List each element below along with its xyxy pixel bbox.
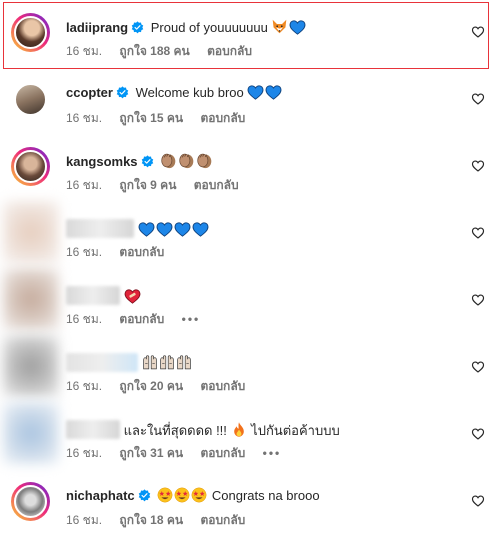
comment-item: ccopter Welcome kub broo 16 ชม. ถูกใจ 15… [0, 67, 494, 134]
comment-likes[interactable]: ถูกใจ 9 คน [119, 178, 176, 192]
verified-badge-icon [141, 155, 154, 168]
blue-heart-emoji-icon [289, 20, 306, 35]
comment-item: nichaphatc Congrats na brooo 16 ชม. ถูกใ… [0, 469, 494, 536]
comment-text: Proud of youuuuuuu [150, 20, 268, 35]
avatar[interactable] [14, 485, 47, 518]
reply-button[interactable]: ตอบกลับ [200, 446, 245, 460]
like-heart-icon[interactable] [471, 25, 485, 39]
comment-text-continued: ไปกันต่อค้าบบบ [251, 423, 340, 438]
reply-button[interactable]: ตอบกลับ [200, 513, 245, 527]
comment-username[interactable]: ccopter [66, 85, 113, 100]
like-heart-icon[interactable] [471, 226, 485, 240]
blue-heart-emoji-icon [156, 222, 173, 237]
more-options-button[interactable]: ••• [263, 446, 282, 460]
more-options-button[interactable]: ••• [182, 312, 201, 326]
comment-item: 16 ชม. ตอบกลับ [0, 201, 494, 268]
fire-emoji-icon [231, 421, 247, 438]
comment-likes[interactable]: ถูกใจ 18 คน [119, 513, 183, 527]
comment-item: และในที่สุดดดด !!! ไปกันต่อค้าบบบ 16 ชม.… [0, 402, 494, 469]
comment-time[interactable]: 16 ชม. [66, 312, 102, 326]
like-heart-icon[interactable] [471, 427, 485, 441]
comment-likes[interactable]: ถูกใจ 31 คน [119, 446, 183, 460]
blue-heart-emoji-icon [247, 85, 264, 100]
blurred-username[interactable] [66, 219, 134, 238]
blurred-avatar[interactable] [3, 201, 59, 263]
raising-hands-emoji-icon [159, 354, 175, 371]
comment-time[interactable]: 16 ชม. [66, 44, 102, 58]
comment-item: kangsomks 16 ชม. ถูกใจ 9 คน ตอบกลับ [0, 134, 494, 201]
comment-likes[interactable]: ถูกใจ 20 คน [119, 379, 183, 393]
star-struck-emoji-icon [191, 487, 207, 503]
comment-time[interactable]: 16 ชม. [66, 379, 102, 393]
star-struck-emoji-icon [157, 487, 173, 503]
reply-button[interactable]: ตอบกลับ [200, 379, 245, 393]
avatar-story-ring[interactable] [11, 482, 50, 521]
fox-emoji-icon [271, 18, 288, 35]
comment-likes[interactable]: ถูกใจ 188 คน [119, 44, 189, 58]
reply-button[interactable]: ตอบกลับ [119, 245, 164, 259]
reply-button[interactable]: ตอบกลับ [207, 44, 252, 58]
avatar[interactable] [14, 83, 47, 116]
comment-item: ladiiprang Proud of youuuuuuu 16 ชม. ถูก… [0, 0, 494, 69]
raising-hands-emoji-icon [142, 354, 158, 371]
clapping-hands-emoji-icon [196, 152, 213, 169]
mending-heart-emoji-icon [124, 289, 141, 304]
like-heart-icon[interactable] [471, 360, 485, 374]
blurred-username[interactable] [66, 420, 120, 439]
comment-time[interactable]: 16 ชม. [66, 446, 102, 460]
like-heart-icon[interactable] [471, 293, 485, 307]
comment-time[interactable]: 16 ชม. [66, 178, 102, 192]
comment-username[interactable]: nichaphatc [66, 488, 135, 503]
reply-button[interactable]: ตอบกลับ [194, 178, 239, 192]
verified-badge-icon [131, 21, 144, 34]
reply-button[interactable]: ตอบกลับ [119, 312, 164, 326]
blue-heart-emoji-icon [192, 222, 209, 237]
comment-item: 16 ชม. ตอบกลับ ••• [0, 268, 494, 335]
comment-time[interactable]: 16 ชม. [66, 111, 102, 125]
verified-badge-icon [138, 489, 151, 502]
blurred-username[interactable] [66, 353, 138, 372]
comment-likes[interactable]: ถูกใจ 15 คน [119, 111, 183, 125]
comment-username[interactable]: kangsomks [66, 154, 138, 169]
comment-username[interactable]: ladiiprang [66, 20, 128, 35]
blue-heart-emoji-icon [138, 222, 155, 237]
raising-hands-emoji-icon [176, 354, 192, 371]
avatar[interactable] [14, 16, 47, 49]
comment-text: Welcome kub broo [135, 85, 244, 100]
blurred-username[interactable] [66, 286, 120, 305]
blurred-avatar[interactable] [3, 268, 59, 330]
like-heart-icon[interactable] [471, 159, 485, 173]
avatar-story-ring[interactable] [11, 147, 50, 186]
blue-heart-emoji-icon [174, 222, 191, 237]
clapping-hands-emoji-icon [160, 152, 177, 169]
verified-badge-icon [116, 86, 129, 99]
clapping-hands-emoji-icon [178, 152, 195, 169]
like-heart-icon[interactable] [471, 494, 485, 508]
blue-heart-emoji-icon [265, 85, 282, 100]
comment-text: Congrats na brooo [211, 488, 320, 503]
like-heart-icon[interactable] [471, 92, 485, 106]
comment-text: และในที่สุดดดด !!! [123, 423, 227, 438]
blurred-avatar[interactable] [3, 335, 59, 397]
blurred-avatar[interactable] [3, 402, 59, 464]
comment-item: 16 ชม. ถูกใจ 20 คน ตอบกลับ [0, 335, 494, 402]
comment-time[interactable]: 16 ชม. [66, 513, 102, 527]
avatar[interactable] [14, 150, 47, 183]
reply-button[interactable]: ตอบกลับ [200, 111, 245, 125]
comment-time[interactable]: 16 ชม. [66, 245, 102, 259]
avatar-story-ring[interactable] [11, 13, 50, 52]
star-struck-emoji-icon [174, 487, 190, 503]
